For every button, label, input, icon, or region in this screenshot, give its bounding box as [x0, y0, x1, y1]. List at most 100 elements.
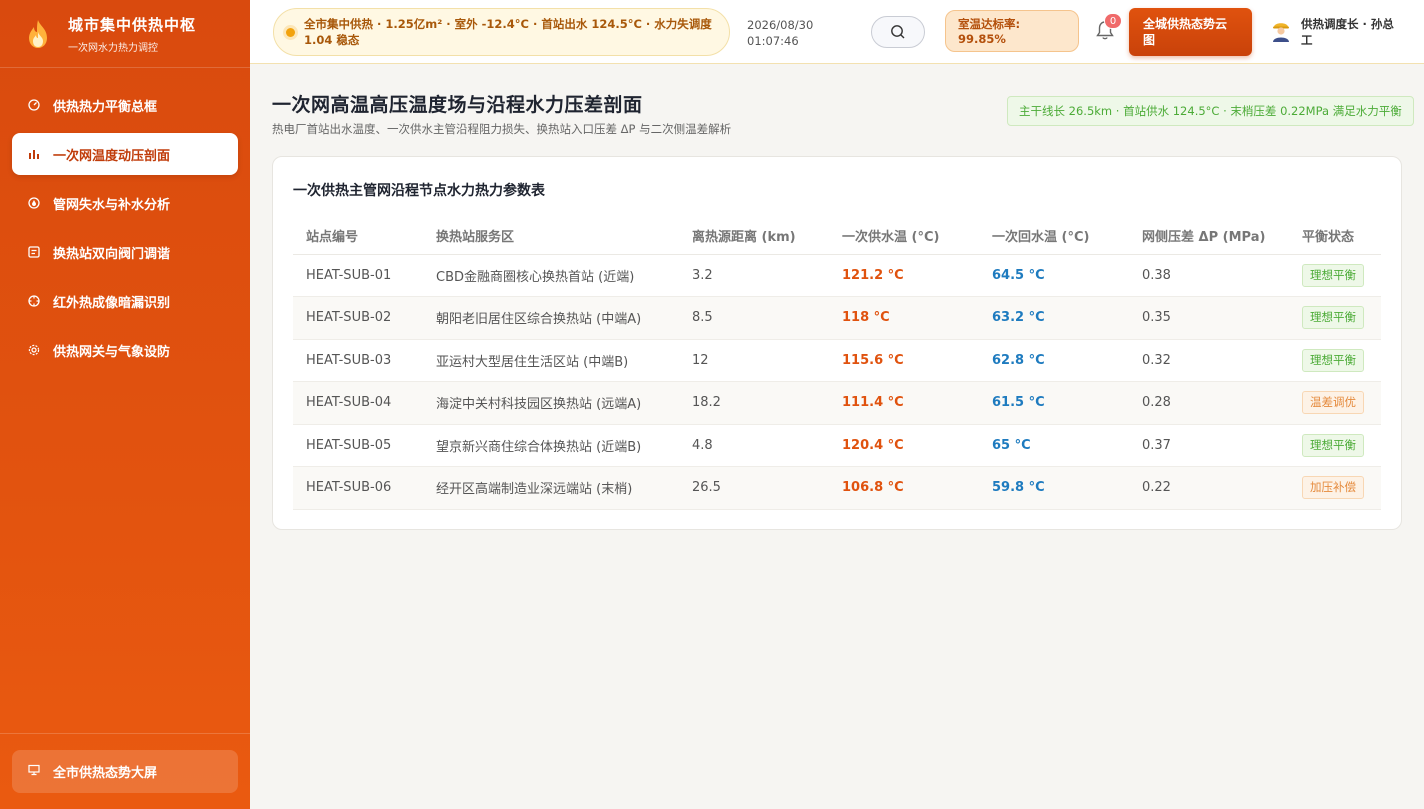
cell-status: 理想平衡 [1289, 254, 1381, 297]
column-header[interactable]: 换热站服务区 [423, 217, 679, 255]
avatar-icon [1273, 23, 1289, 42]
cell-pressure-diff: 0.22 [1129, 466, 1289, 510]
column-header[interactable]: 离热源距离 (km) [679, 217, 829, 255]
clock-date: 2026/08/30 [747, 18, 814, 32]
monitor-icon [28, 764, 40, 779]
card-title: 一次供热主管网沿程节点水力热力参数表 [293, 183, 545, 199]
cell-pressure-diff: 0.35 [1129, 296, 1289, 340]
sidebar-item-water-loss[interactable]: 管网失水与补水分析 [12, 182, 238, 224]
cell-pressure-diff: 0.38 [1129, 254, 1289, 297]
sidebar-item-label: 红外热成像暗漏识别 [53, 295, 171, 311]
brand: 城市集中供热中枢 一次网水力热力调控 [0, 0, 250, 68]
city-heat-map-button[interactable]: 全城供热态势云图 [1129, 8, 1252, 56]
cell-area: 海淀中关村科技园区换热站 (远端A) [423, 381, 679, 425]
cell-pressure-diff: 0.32 [1129, 339, 1289, 382]
user-name: 供热调度长 · 孙总工 [1301, 17, 1394, 47]
cell-supply-temp: 111.4 °C [829, 381, 979, 425]
cell-distance: 8.5 [679, 296, 829, 340]
cell-area: 朝阳老旧居住区综合换热站 (中端A) [423, 296, 679, 340]
sidebar-item-label: 管网失水与补水分析 [53, 197, 171, 213]
gear-icon [28, 344, 40, 356]
sidebar-nav: 供热热力平衡总框 一次网温度动压剖面 管网失水与补水分析 换热站双向阀门调谐 红… [0, 68, 250, 371]
cell-supply-temp: 118 °C [829, 296, 979, 340]
user-profile[interactable]: 供热调度长 · 孙总工 [1270, 16, 1403, 48]
sidebar-item-label: 供热网关与气象设防 [53, 344, 171, 360]
table-row[interactable]: HEAT-SUB-03 亚运村大型居住生活区站 (中端B) 12 115.6 °… [293, 339, 1381, 382]
page-subtitle: 热电厂首站出水温度、一次供水主管沿程阻力损失、换热站入口压差 ΔP 与二次侧温差… [272, 122, 732, 136]
table-row[interactable]: HEAT-SUB-06 经开区高端制造业深远端站 (末梢) 26.5 106.8… [293, 466, 1381, 510]
cell-return-temp: 61.5 °C [979, 381, 1129, 425]
cell-supply-temp: 120.4 °C [829, 424, 979, 467]
cell-supply-temp: 121.2 °C [829, 254, 979, 297]
rate-label: 室温达标率: [958, 17, 1021, 31]
flame-icon [29, 19, 47, 48]
cell-area: 亚运村大型居住生活区站 (中端B) [423, 339, 679, 382]
ticker-text: 全市集中供热 · 1.25亿m² · 室外 -12.4°C · 首站出水 124… [304, 17, 712, 47]
crosshair-icon [28, 295, 40, 307]
big-screen-button[interactable]: 全市供热态势大屏 [12, 750, 238, 793]
cell-return-temp: 59.8 °C [979, 466, 1129, 510]
cell-id: HEAT-SUB-02 [293, 296, 423, 340]
cell-id: HEAT-SUB-01 [293, 254, 423, 297]
cell-status: 理想平衡 [1289, 424, 1381, 467]
cell-distance: 12 [679, 339, 829, 382]
cell-area: CBD金融商圈核心换热首站 (近端) [423, 254, 679, 297]
cell-status: 温差调优 [1289, 381, 1381, 425]
cell-id: HEAT-SUB-06 [293, 466, 423, 510]
cell-id: HEAT-SUB-03 [293, 339, 423, 382]
sidebar-item-heat-balance[interactable]: 供热热力平衡总框 [12, 84, 238, 126]
table-row[interactable]: HEAT-SUB-04 海淀中关村科技园区换热站 (远端A) 18.2 111.… [293, 381, 1381, 425]
clock-time: 01:07:46 [747, 34, 799, 48]
water-drop-icon [28, 197, 40, 209]
status-ticker: 全市集中供热 · 1.25亿m² · 室外 -12.4°C · 首站出水 124… [273, 8, 730, 56]
sidebar-item-label: 一次网温度动压剖面 [53, 148, 171, 164]
cell-return-temp: 65 °C [979, 424, 1129, 467]
cell-return-temp: 64.5 °C [979, 254, 1129, 297]
cell-pressure-diff: 0.37 [1129, 424, 1289, 467]
status-badge: 温差调优 [1302, 391, 1364, 415]
column-header[interactable]: 站点编号 [293, 217, 423, 255]
table-row[interactable]: HEAT-SUB-01 CBD金融商圈核心换热首站 (近端) 3.2 121.2… [293, 254, 1381, 297]
brand-subtitle: 一次网水力热力调控 [68, 42, 158, 54]
status-badge: 理想平衡 [1302, 306, 1364, 330]
search-button[interactable] [871, 16, 925, 48]
notification-count-badge: 0 [1104, 13, 1122, 29]
node-params-card: 一次供热主管网沿程节点水力热力参数表 站点编号 换热站服务区 离热源距离 (km… [272, 156, 1402, 530]
top-header: 全市集中供热 · 1.25亿m² · 室外 -12.4°C · 首站出水 124… [250, 0, 1424, 64]
cell-area: 望京新兴商住综合体换热站 (近端B) [423, 424, 679, 467]
cell-supply-temp: 106.8 °C [829, 466, 979, 510]
sidebar-item-valve-tuning[interactable]: 换热站双向阀门调谐 [12, 231, 238, 273]
cell-id: HEAT-SUB-05 [293, 424, 423, 467]
summary-badge: 主干线长 26.5km · 首站供水 124.5°C · 末梢压差 0.22MP… [1007, 96, 1414, 126]
clock: 2026/08/30 01:07:46 [747, 17, 813, 49]
valve-icon [28, 246, 40, 258]
cell-id: HEAT-SUB-04 [293, 381, 423, 425]
column-header[interactable]: 平衡状态 [1289, 217, 1381, 255]
sidebar-item-gateway-weather[interactable]: 供热网关与气象设防 [12, 329, 238, 371]
column-header[interactable]: 网侧压差 ΔP (MPa) [1129, 217, 1289, 255]
column-header[interactable]: 一次回水温 (°C) [979, 217, 1129, 255]
sidebar-item-infrared-leak[interactable]: 红外热成像暗漏识别 [12, 280, 238, 322]
sidebar-footer: 全市供热态势大屏 [0, 733, 250, 809]
room-temp-rate-badge: 室温达标率: 99.85% [945, 10, 1079, 52]
sidebar-item-label: 换热站双向阀门调谐 [53, 246, 171, 262]
column-header[interactable]: 一次供水温 (°C) [829, 217, 979, 255]
search-icon [891, 25, 905, 39]
table-row[interactable]: HEAT-SUB-05 望京新兴商住综合体换热站 (近端B) 4.8 120.4… [293, 424, 1381, 467]
rate-value: 99.85% [958, 32, 1006, 46]
brand-title: 城市集中供热中枢 [68, 15, 197, 34]
status-badge: 理想平衡 [1302, 263, 1364, 287]
status-badge: 加压补偿 [1302, 476, 1364, 500]
sidebar-item-temp-pressure-profile[interactable]: 一次网温度动压剖面 [12, 133, 238, 175]
sidebar-item-label: 供热热力平衡总框 [53, 99, 158, 115]
cell-status: 理想平衡 [1289, 339, 1381, 382]
cell-status: 加压补偿 [1289, 466, 1381, 510]
table-header-row: 站点编号 换热站服务区 离热源距离 (km) 一次供水温 (°C) 一次回水温 … [293, 217, 1381, 255]
table-row[interactable]: HEAT-SUB-02 朝阳老旧居住区综合换热站 (中端A) 8.5 118 °… [293, 296, 1381, 340]
status-badge: 理想平衡 [1302, 433, 1364, 457]
cell-return-temp: 63.2 °C [979, 296, 1129, 340]
bar-chart-icon [28, 148, 40, 160]
cell-distance: 26.5 [679, 466, 829, 510]
big-screen-label: 全市供热态势大屏 [53, 766, 158, 781]
status-badge: 理想平衡 [1302, 348, 1364, 372]
